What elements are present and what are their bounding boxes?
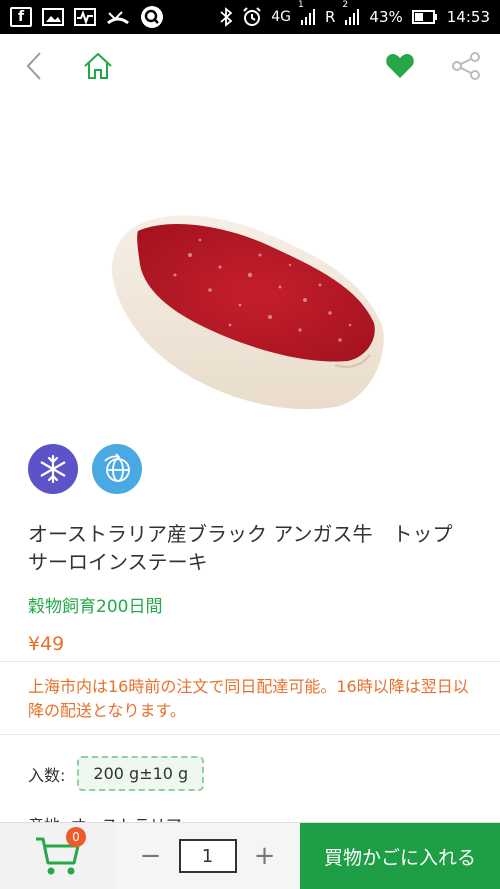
bluetooth-icon bbox=[219, 7, 233, 27]
quantity-label: 入数: bbox=[28, 765, 66, 785]
cart-count-badge: 0 bbox=[66, 827, 86, 847]
alarm-icon bbox=[242, 7, 262, 27]
divider bbox=[0, 661, 500, 662]
clock: 14:53 bbox=[446, 8, 490, 26]
product-price: ¥49 bbox=[28, 633, 65, 655]
battery-icon bbox=[411, 9, 438, 25]
divider bbox=[0, 734, 500, 735]
missed-call-icon bbox=[106, 7, 130, 27]
product-image bbox=[111, 215, 384, 410]
roaming-indicator: R bbox=[324, 8, 336, 26]
product-title: オーストラリア産ブラック アンガス牛 トップサーロインステーキ bbox=[28, 522, 453, 574]
bottom-action-bar: 0 − 1 + 買物かごに入れる bbox=[0, 822, 500, 889]
delivery-notice: 上海市内は16時前の注文で同日配達可能。16時以降は翌日以降の配送となります。 bbox=[28, 677, 469, 720]
activity-icon bbox=[74, 7, 96, 27]
network-type: 4G bbox=[271, 9, 291, 25]
home-button[interactable] bbox=[78, 46, 118, 86]
frozen-badge bbox=[28, 444, 78, 494]
decrease-button[interactable]: − bbox=[139, 841, 163, 871]
signal-sim2-icon: 2 bbox=[342, 0, 360, 26]
share-icon bbox=[452, 52, 480, 80]
back-button[interactable] bbox=[14, 46, 54, 86]
share-button[interactable] bbox=[446, 46, 486, 86]
gallery-icon bbox=[42, 7, 64, 27]
search-app-icon bbox=[140, 5, 164, 29]
battery-percentage: 43% bbox=[369, 8, 403, 26]
top-navigation bbox=[0, 34, 500, 96]
increase-button[interactable]: + bbox=[253, 841, 277, 871]
facebook-icon: f bbox=[10, 7, 32, 27]
imported-badge bbox=[92, 444, 142, 494]
heart-icon bbox=[386, 54, 414, 78]
home-icon bbox=[84, 52, 112, 79]
quantity-input[interactable]: 1 bbox=[178, 839, 237, 873]
product-subtitle: 穀物飼育200日間 bbox=[28, 597, 163, 617]
add-to-cart-button[interactable]: 買物かごに入れる bbox=[300, 823, 500, 889]
back-arrow-icon bbox=[26, 52, 41, 80]
status-bar: f 4G 1 R 2 43% 14:53 bbox=[0, 0, 500, 34]
globe-icon bbox=[104, 453, 130, 482]
snowflake-icon bbox=[40, 454, 66, 484]
favorite-button[interactable] bbox=[380, 46, 420, 86]
quantity-stepper: − 1 + bbox=[115, 823, 300, 889]
product-badges bbox=[28, 444, 142, 494]
quantity-option-row: 入数: 200 g±10 g bbox=[28, 756, 205, 791]
cart-button[interactable]: 0 bbox=[0, 823, 115, 889]
quantity-option-chip[interactable]: 200 g±10 g bbox=[77, 756, 205, 791]
signal-sim1-icon: 1 bbox=[298, 0, 316, 26]
